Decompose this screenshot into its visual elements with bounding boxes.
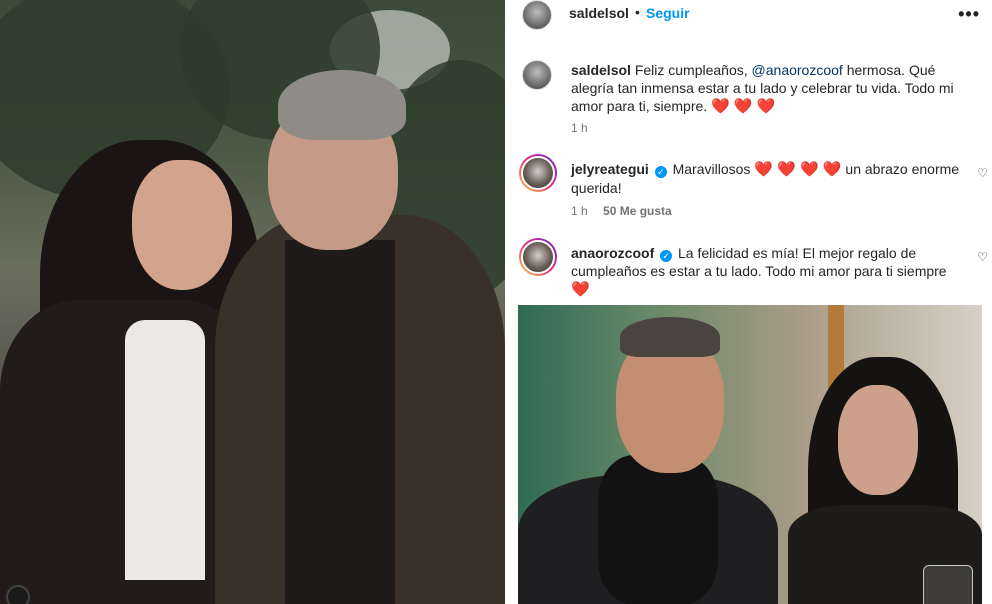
author-username[interactable]: saldelsol	[569, 5, 629, 21]
verified-badge-icon: ✓	[660, 250, 673, 262]
comment-username[interactable]: jelyreategui	[571, 161, 649, 177]
caption-username[interactable]: saldelsol	[571, 62, 631, 78]
heart-icon: ❤️	[571, 281, 590, 298]
avatar-image	[521, 240, 555, 274]
comment-username[interactable]: anaorozcoof	[571, 245, 654, 261]
post-header: saldelsol • Seguir •••	[505, 0, 992, 30]
comment-like-count[interactable]: 50 Me gusta	[603, 204, 672, 218]
author-avatar[interactable]	[522, 0, 552, 30]
tagged-user-icon[interactable]	[6, 585, 30, 604]
heart-icon: ❤️ ❤️ ❤️ ❤️	[754, 161, 842, 178]
comment-text-anaorozcoof: anaorozcoof ✓ La felicidad es mía! El me…	[571, 244, 961, 299]
caption-timestamp[interactable]: 1 h	[571, 121, 588, 135]
caption-text-start: Feliz cumpleaños,	[634, 62, 752, 78]
comment-timestamp[interactable]: 1 h	[571, 204, 588, 218]
man-figure-hair	[620, 317, 720, 357]
man-figure-scarf	[598, 455, 718, 604]
comment-body: Maravillosos	[672, 161, 751, 177]
post-side-panel: saldelsol • Seguir ••• saldelsol Feliz c…	[505, 0, 992, 604]
verified-badge-icon: ✓	[654, 166, 667, 178]
wine-glass	[923, 565, 973, 604]
post-main-photo[interactable]	[0, 0, 505, 604]
overlay-photo	[518, 305, 982, 604]
header-separator: •	[635, 4, 640, 20]
comment-avatar-anaorozcoof[interactable]	[519, 238, 557, 276]
woman-figure-blouse	[125, 320, 205, 580]
caption-mention-link[interactable]: @anaorozcoof	[752, 62, 843, 78]
woman-figure-face	[838, 385, 918, 495]
avatar-image	[521, 156, 555, 190]
comment-text-jelyreategui: jelyreategui ✓ Maravillosos ❤️ ❤️ ❤️ ❤️ …	[571, 160, 961, 197]
like-heart-outline-icon[interactable]: ♡	[977, 166, 988, 180]
more-options-icon[interactable]: •••	[958, 4, 980, 25]
man-figure-shirt	[285, 240, 395, 604]
comment-meta: 1 h 50 Me gusta	[571, 204, 672, 218]
man-figure-hair	[278, 70, 406, 140]
like-heart-outline-icon[interactable]: ♡	[977, 250, 988, 264]
follow-button[interactable]: Seguir	[646, 5, 690, 21]
comment-avatar-jelyreategui[interactable]	[519, 154, 557, 192]
caption-avatar[interactable]	[522, 60, 552, 90]
woman-figure-face	[132, 160, 232, 290]
caption-text: saldelsol Feliz cumpleaños, @anaorozcoof…	[571, 61, 971, 116]
heart-icon: ❤️ ❤️ ❤️	[711, 98, 776, 115]
